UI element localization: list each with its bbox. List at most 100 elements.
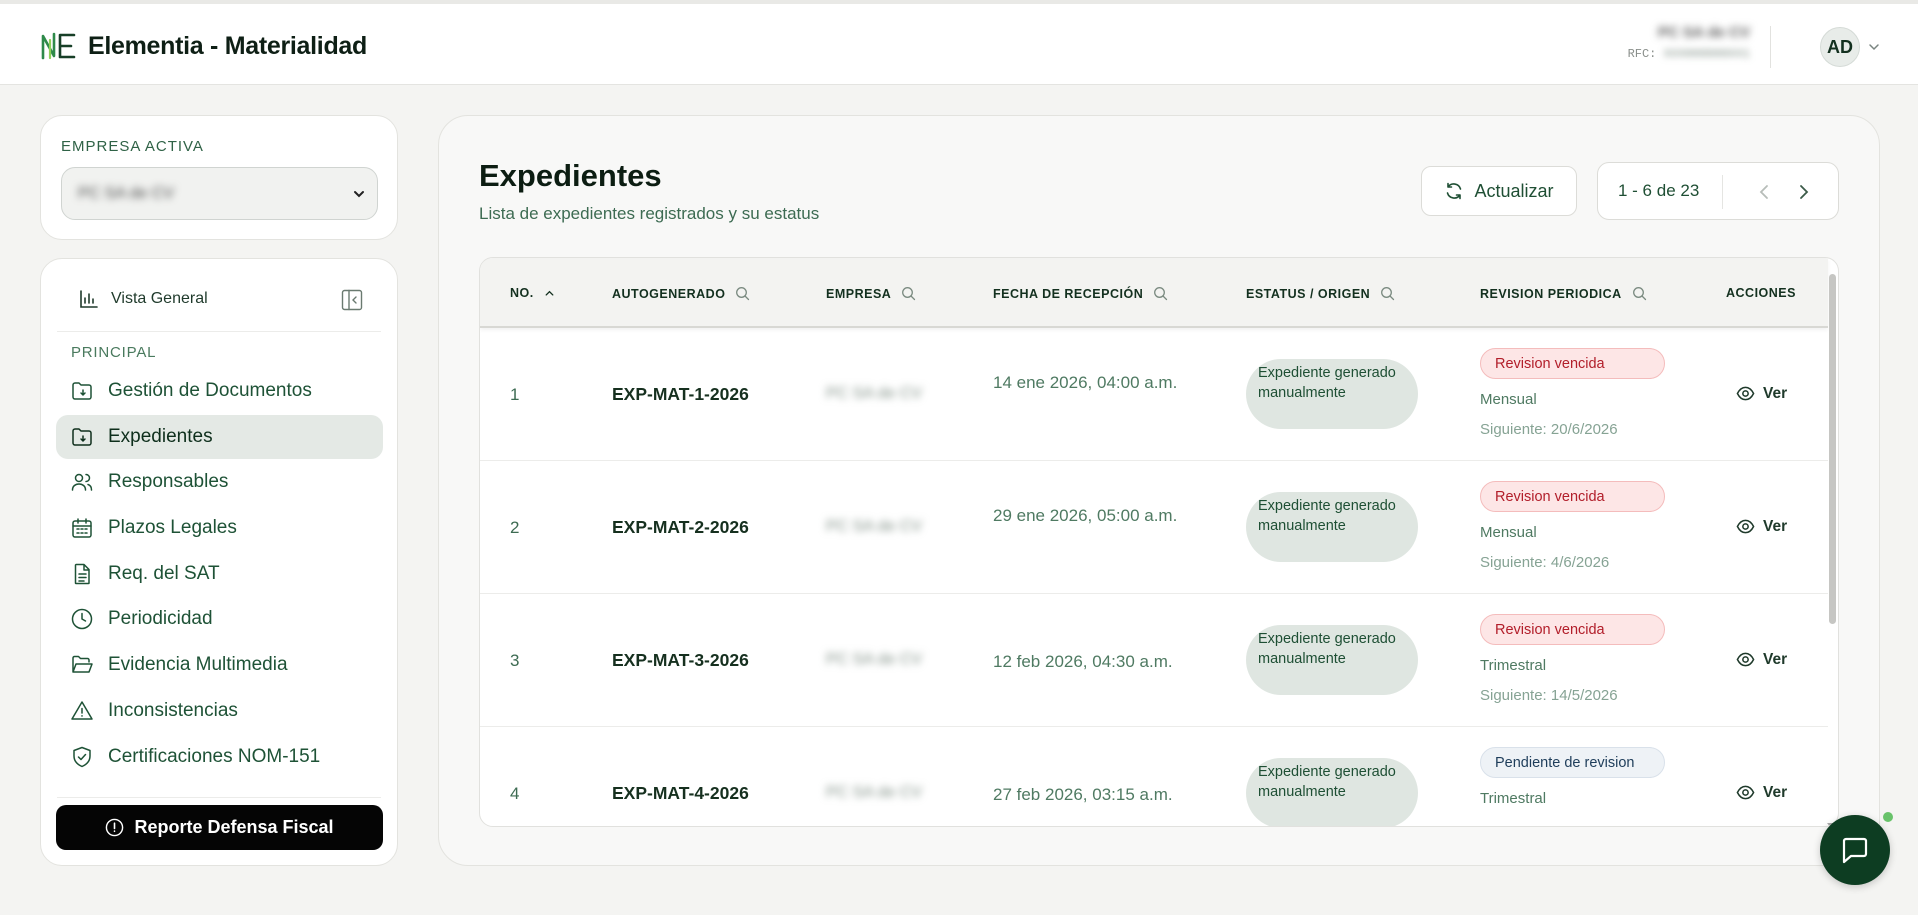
folder-doc-icon <box>72 382 92 400</box>
sidebar-item-label: Gestión de Documentos <box>108 380 312 401</box>
table-row[interactable]: 3 EXP-MAT-3-2026 PC SA de CV 12 feb 2026… <box>480 594 1828 727</box>
cell-empresa: PC SA de CV <box>826 651 923 668</box>
nav-overview-label: Vista General <box>111 290 208 307</box>
table-row[interactable]: 2 EXP-MAT-2-2026 PC SA de CV 29 ene 2026… <box>480 461 1828 594</box>
cell-no: 2 <box>510 518 520 537</box>
search-icon[interactable] <box>1153 286 1168 301</box>
sidebar-item-req-sat[interactable]: Req. del SAT <box>56 552 383 596</box>
chevron-right-icon[interactable] <box>1794 183 1812 201</box>
sidebar-item-inconsistencias[interactable]: Inconsistencias <box>56 689 383 733</box>
company-select-value: PC SA de CV <box>78 184 175 202</box>
cell-periodo: Trimestral <box>1480 657 1547 674</box>
col-header-estatus[interactable]: ESTATUS / ORIGEN <box>1246 286 1395 301</box>
status-badge: Expediente generado manualmente <box>1246 625 1418 695</box>
shield-check-icon <box>73 746 91 767</box>
page-subtitle: Lista de expedientes registrados y su es… <box>479 204 820 223</box>
sidebar-item-label: Req. del SAT <box>108 562 220 584</box>
cell-fecha: 27 feb 2026, 03:15 a.m. <box>993 785 1173 804</box>
sidebar-item-label: Periodicidad <box>108 608 213 630</box>
col-header-label: FECHA DE RECEPCIÓN <box>993 286 1144 301</box>
table-scrollbar[interactable] <box>1827 274 1838 826</box>
revision-badge: Revision vencida <box>1480 614 1665 645</box>
header-divider <box>1770 26 1771 68</box>
sidebar-item-periodicidad[interactable]: Periodicidad <box>56 597 383 641</box>
col-header-acciones: ACCIONES <box>1726 286 1796 300</box>
col-header-label: ACCIONES <box>1726 286 1796 300</box>
sidebar-item-certificaciones[interactable]: Certificaciones NOM-151 <box>56 735 383 779</box>
col-header-revision[interactable]: REVISION PERIODICA <box>1480 286 1647 301</box>
view-button[interactable]: Ver <box>1736 384 1787 403</box>
company-info: PC SA de CV RFC: XXX000000XX1 <box>1628 24 1750 61</box>
status-badge: Expediente generado manualmente <box>1246 359 1418 429</box>
view-label: Ver <box>1763 517 1788 535</box>
col-header-label: AUTOGENERADO <box>612 286 726 301</box>
chat-button[interactable] <box>1820 815 1890 885</box>
cell-autogenerado: EXP-MAT-1-2026 <box>612 384 749 404</box>
table-row[interactable]: 1 EXP-MAT-1-2026 PC SA de CV 14 ene 2026… <box>480 328 1828 461</box>
pagination: 1 - 6 de 23 <box>1597 162 1839 220</box>
cell-periodo: Mensual <box>1480 391 1537 408</box>
sidebar-item-label: Certificaciones NOM-151 <box>108 745 321 767</box>
user-avatar[interactable]: AD <box>1820 27 1860 67</box>
sidebar-item-plazos-legales[interactable]: Plazos Legales <box>56 506 383 550</box>
col-header-no[interactable]: NO. <box>510 286 555 300</box>
report-button-label: Reporte Defensa Fiscal <box>134 817 334 837</box>
sidebar-item-evidencia-multimedia[interactable]: Evidencia Multimedia <box>56 643 383 687</box>
col-header-autogenerado[interactable]: AUTOGENERADO <box>612 286 750 301</box>
warning-icon <box>71 701 93 720</box>
chevron-left-icon[interactable] <box>1756 183 1774 201</box>
page-title: Expedientes <box>479 158 662 193</box>
app-title: Elementia - Materialidad <box>88 31 367 60</box>
sidebar-item-label: Evidencia Multimedia <box>108 654 288 676</box>
col-header-empresa[interactable]: EMPRESA <box>826 286 916 301</box>
table-header: NO. AUTOGENERADO EMPRESA FECHA DE RECEPC… <box>480 258 1828 328</box>
search-icon[interactable] <box>901 286 916 301</box>
company-select[interactable]: PC SA de CV <box>61 167 378 220</box>
refresh-icon <box>1447 182 1462 200</box>
cell-empresa: PC SA de CV <box>826 385 923 402</box>
cell-siguiente: Siguiente: 20/6/2026 <box>1480 421 1618 438</box>
cell-fecha: 29 ene 2026, 05:00 a.m. <box>993 506 1178 525</box>
nav-list: Gestión de Documentos Expedientes Respon… <box>56 369 383 780</box>
view-label: Ver <box>1763 783 1788 801</box>
collapse-sidebar-icon[interactable] <box>341 289 363 311</box>
col-header-fecha[interactable]: FECHA DE RECEPCIÓN <box>993 286 1168 301</box>
cell-autogenerado: EXP-MAT-3-2026 <box>612 650 749 670</box>
folder-open-icon <box>72 655 93 673</box>
revision-badge: Revision vencida <box>1480 348 1665 379</box>
view-button[interactable]: Ver <box>1736 783 1787 802</box>
cell-fecha: 12 feb 2026, 04:30 a.m. <box>993 652 1173 671</box>
status-badge: Expediente generado manualmente <box>1246 758 1418 826</box>
sidebar-item-gestion-documentos[interactable]: Gestión de Documentos <box>56 369 383 413</box>
search-icon[interactable] <box>1632 286 1647 301</box>
online-indicator <box>1881 810 1895 824</box>
cell-no: 4 <box>510 784 520 803</box>
refresh-button[interactable]: Actualizar <box>1421 166 1577 216</box>
rfc-line: RFC: XXX000000XX1 <box>1628 47 1750 61</box>
view-button[interactable]: Ver <box>1736 650 1787 669</box>
report-defensa-fiscal-button[interactable]: Reporte Defensa Fiscal <box>56 805 383 850</box>
nav-overview[interactable]: Vista General <box>79 289 208 309</box>
search-icon[interactable] <box>1380 286 1395 301</box>
brand[interactable]: Elementia - Materialidad <box>40 30 367 62</box>
cell-siguiente: Siguiente: 4/6/2026 <box>1480 554 1610 571</box>
active-company-card: EMPRESA ACTIVA PC SA de CV <box>40 115 398 240</box>
sidebar-item-expedientes[interactable]: Expedientes <box>56 414 383 459</box>
rfc-value: XXX000000XX1 <box>1663 47 1750 61</box>
revision-badge: Revision vencida <box>1480 481 1665 512</box>
chevron-down-icon <box>354 191 364 198</box>
chevron-down-icon[interactable] <box>1868 41 1880 53</box>
scrollbar-thumb[interactable] <box>1829 274 1836 624</box>
bar-chart-icon <box>80 290 98 308</box>
cell-periodo: Trimestral <box>1480 790 1547 807</box>
chat-icon <box>1842 837 1868 864</box>
rfc-label: RFC: <box>1627 47 1657 61</box>
main-content: Expedientes Lista de expedientes registr… <box>438 115 1880 866</box>
folder-doc-icon <box>72 427 92 446</box>
view-button[interactable]: Ver <box>1736 517 1787 536</box>
sidebar-item-responsables[interactable]: Responsables <box>56 460 383 504</box>
table-row[interactable]: 4 EXP-MAT-4-2026 PC SA de CV 27 feb 2026… <box>480 727 1828 826</box>
active-company-label: EMPRESA ACTIVA <box>61 138 204 155</box>
search-icon[interactable] <box>735 286 750 301</box>
expedientes-table: NO. AUTOGENERADO EMPRESA FECHA DE RECEPC… <box>479 257 1839 827</box>
